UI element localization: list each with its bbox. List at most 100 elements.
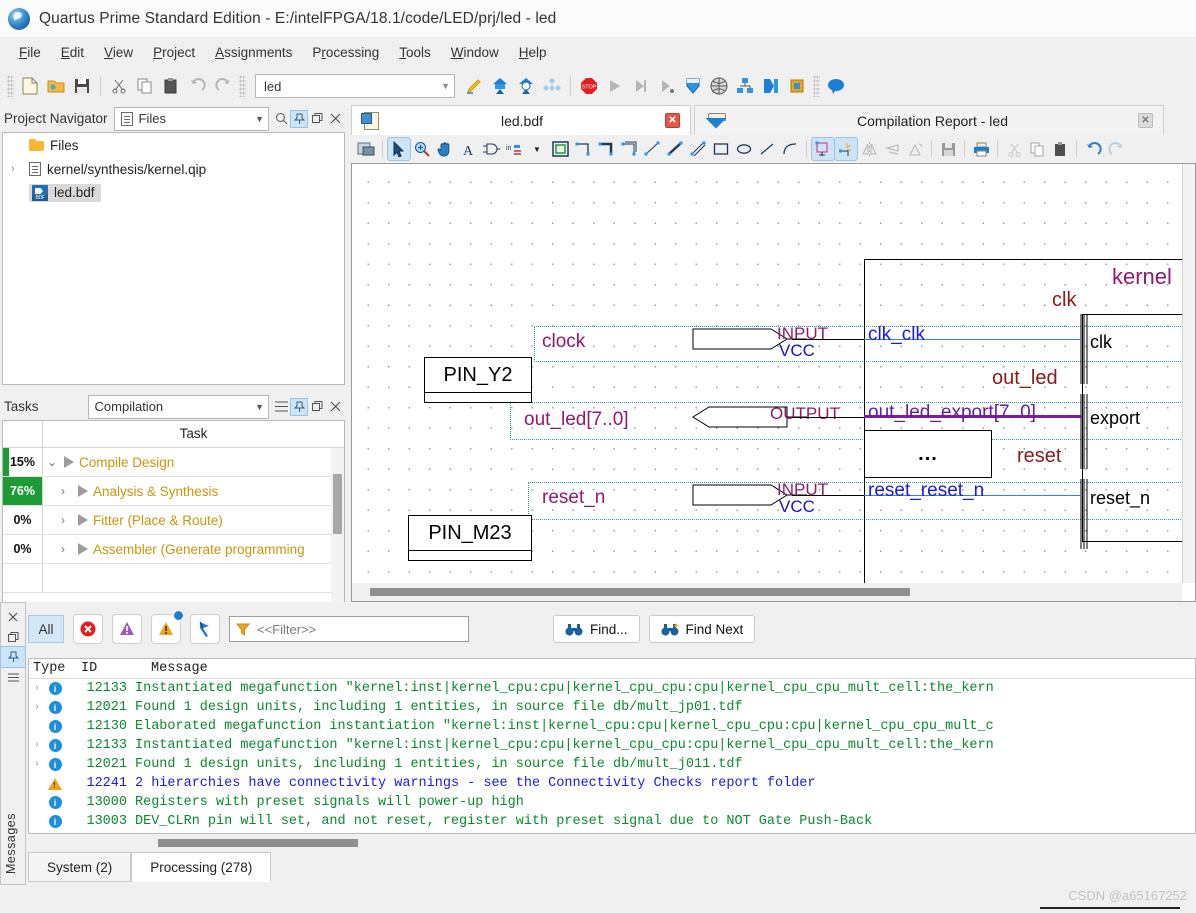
menu-processing[interactable]: Processing	[303, 41, 388, 64]
task-row[interactable]: 0% › Fitter (Place & Route)	[3, 506, 344, 535]
menu-icon[interactable]	[273, 399, 289, 415]
paste-icon[interactable]	[1049, 138, 1071, 160]
close-icon[interactable]: ✕	[665, 113, 680, 128]
start-fitter-icon[interactable]	[654, 73, 680, 99]
compile-icon[interactable]	[487, 73, 513, 99]
find-button[interactable]: Find...	[553, 615, 640, 643]
message-row[interactable]: i 13000 Registers with preset signals wi…	[29, 793, 1195, 812]
redo-icon[interactable]	[1105, 138, 1127, 160]
symbol-tool-icon[interactable]	[480, 138, 502, 160]
row-expander[interactable]: ›	[29, 740, 45, 751]
close-icon[interactable]: ✕	[1138, 113, 1153, 128]
programmer-icon[interactable]	[680, 73, 706, 99]
block-tool-icon[interactable]	[549, 138, 571, 160]
restore-icon[interactable]	[1, 627, 25, 647]
open-folder-icon[interactable]	[43, 73, 69, 99]
run-task-icon[interactable]	[78, 514, 88, 526]
tab-led-bdf[interactable]: led.bdf ✕	[351, 105, 691, 135]
pin-icon[interactable]	[290, 109, 308, 128]
message-row[interactable]: › i 12133 Instantiated megafunction "ker…	[29, 679, 1195, 698]
undo-icon[interactable]	[184, 73, 210, 99]
search-icon[interactable]	[273, 111, 289, 127]
error-icon[interactable]	[73, 614, 103, 644]
assignment-editor-icon[interactable]	[732, 73, 758, 99]
undo-icon[interactable]	[1082, 138, 1104, 160]
scrollbar-thumb[interactable]	[333, 474, 342, 534]
toolbar-grip[interactable]	[7, 75, 14, 97]
run-task-icon[interactable]	[78, 543, 88, 555]
cut-icon[interactable]	[1003, 138, 1025, 160]
scrollbar-thumb[interactable]	[370, 588, 910, 596]
line-icon[interactable]	[756, 138, 778, 160]
canvas-vertical-scrollbar[interactable]	[1182, 164, 1195, 583]
rubberbanding-icon[interactable]	[811, 137, 835, 161]
orthogonal-conduit-icon[interactable]	[618, 138, 640, 160]
run-task-icon[interactable]	[78, 485, 88, 497]
project-revision-combo[interactable]: led ▼	[255, 74, 455, 98]
netlist-viewer-icon[interactable]	[758, 73, 784, 99]
row-expander[interactable]: ›	[29, 759, 45, 770]
menu-icon[interactable]	[1, 667, 25, 687]
menu-help[interactable]: Help	[510, 41, 556, 64]
tab-system[interactable]: System (2)	[28, 852, 132, 882]
menu-project[interactable]: Project	[144, 41, 204, 64]
pin-icon[interactable]	[0, 646, 26, 668]
toolbar-grip-3[interactable]	[813, 75, 820, 97]
tree-item-kernel-qip[interactable]: › kernel/synthesis/kernel.qip	[3, 157, 344, 181]
hierarchy-icon[interactable]	[539, 73, 565, 99]
message-row[interactable]: 12241 2 hierarchies have connectivity wa…	[29, 774, 1195, 793]
restore-icon[interactable]	[309, 111, 325, 127]
chip-planner-icon[interactable]	[784, 73, 810, 99]
flip-horizontal-icon[interactable]	[858, 138, 880, 160]
orthogonal-node-icon[interactable]	[572, 138, 594, 160]
redo-icon[interactable]	[210, 73, 236, 99]
message-row[interactable]: › i 12133 Instantiated megafunction "ker…	[29, 736, 1195, 755]
pin-box-m23[interactable]: PIN_M23	[408, 515, 532, 561]
chevron-right-icon[interactable]: ›	[11, 163, 23, 175]
partial-rubberbanding-icon[interactable]	[834, 137, 858, 161]
chevron-down-icon[interactable]: ⌄	[47, 455, 59, 469]
tab-processing[interactable]: Processing (278)	[131, 852, 272, 882]
close-icon[interactable]	[1, 607, 25, 627]
diagonal-bus-icon[interactable]	[664, 138, 686, 160]
cut-icon[interactable]	[106, 73, 132, 99]
orthogonal-bus-icon[interactable]	[595, 138, 617, 160]
warning-icon[interactable]	[151, 610, 184, 644]
schematic-canvas-wrap[interactable]: PIN_Y2 PIN_M23 clock out_led[7..0] reset…	[351, 163, 1196, 602]
collapsed-block[interactable]: ...	[864, 430, 992, 478]
task-row[interactable]: 76% › Analysis & Synthesis	[3, 477, 344, 506]
pin-tool-icon[interactable]: in	[503, 138, 525, 160]
block-symbol-icon[interactable]	[355, 138, 377, 160]
chevron-right-icon[interactable]: ›	[61, 542, 73, 556]
tab-compilation-report[interactable]: Compilation Report - led ✕	[694, 105, 1164, 135]
scrollbar-thumb[interactable]	[158, 839, 358, 847]
text-tool-icon[interactable]: A	[457, 138, 479, 160]
info-flag-icon[interactable]	[190, 614, 220, 644]
diagonal-conduit-icon[interactable]	[687, 138, 709, 160]
toolbar-grip-2[interactable]	[239, 75, 246, 97]
message-row[interactable]: › i 12021 Found 1 design units, includin…	[29, 698, 1195, 717]
copy-icon[interactable]	[132, 73, 158, 99]
dropdown-arrow-icon[interactable]: ▼	[526, 138, 548, 160]
paste-icon[interactable]	[158, 73, 184, 99]
message-row[interactable]: › i 12021 Found 1 design units, includin…	[29, 755, 1195, 774]
close-icon[interactable]	[327, 399, 343, 415]
save-icon[interactable]	[69, 73, 95, 99]
menu-tools[interactable]: Tools	[390, 41, 440, 64]
pin-icon[interactable]	[290, 397, 308, 416]
tree-item-files[interactable]: Files	[3, 133, 344, 157]
task-row-partial[interactable]	[3, 564, 344, 593]
close-icon[interactable]	[327, 111, 343, 127]
rectangle-icon[interactable]	[710, 138, 732, 160]
oval-icon[interactable]	[733, 138, 755, 160]
project-navigator-tree[interactable]: Files › kernel/synthesis/kernel.qip led.…	[2, 132, 345, 385]
row-expander[interactable]: ›	[29, 702, 45, 713]
hand-icon[interactable]	[434, 138, 456, 160]
chevron-right-icon[interactable]: ›	[61, 484, 73, 498]
flip-vertical-icon[interactable]	[881, 138, 903, 160]
task-row[interactable]: 15% ⌄ Compile Design	[3, 448, 344, 477]
save-icon[interactable]	[937, 138, 959, 160]
zoom-icon[interactable]	[411, 138, 433, 160]
arc-icon[interactable]	[779, 138, 801, 160]
new-file-icon[interactable]	[17, 73, 43, 99]
